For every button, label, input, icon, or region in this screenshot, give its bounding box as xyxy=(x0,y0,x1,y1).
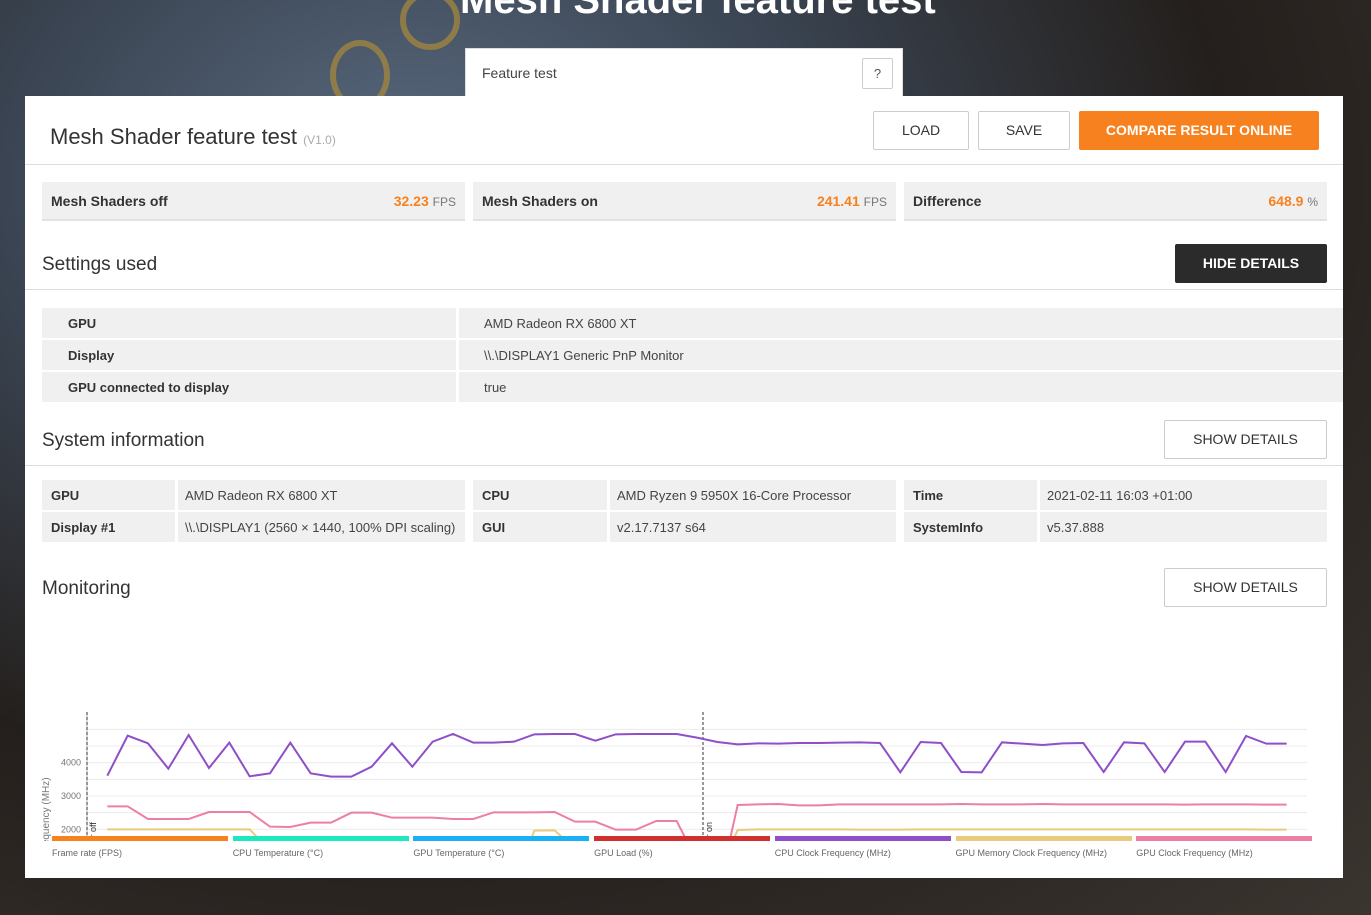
settings-key: GPU connected to display xyxy=(68,380,230,395)
divider xyxy=(456,340,459,370)
sysinfo-key: CPU xyxy=(482,488,510,503)
settings-row: GPU AMD Radeon RX 6800 XT xyxy=(42,308,1343,338)
settings-key: GPU xyxy=(68,316,97,331)
divider xyxy=(607,512,610,542)
legend-label: CPU Temperature (°C) xyxy=(232,848,324,858)
score-difference: Difference 648.9 % xyxy=(904,182,1327,221)
series-line xyxy=(106,732,1287,778)
sysinfo-cell: Display #1 \\.\DISPLAY1 (2560 × 1440, 10… xyxy=(42,512,465,542)
system-information-heading: System information xyxy=(42,430,205,451)
divider xyxy=(25,465,1343,466)
sysinfo-key: GUI xyxy=(482,520,506,535)
score-name: Difference xyxy=(913,193,982,209)
divider xyxy=(456,372,459,402)
sysinfo-cell: CPU AMD Ryzen 9 5950X 16-Core Processor xyxy=(473,480,896,510)
legend-item[interactable]: CPU Clock Frequency (MHz) xyxy=(774,836,951,858)
divider xyxy=(175,512,178,542)
help-button[interactable]: ? xyxy=(862,58,893,89)
y-tick-label: 3000 xyxy=(61,791,81,801)
monitoring-heading: Monitoring xyxy=(42,578,131,599)
legend-swatch xyxy=(774,836,951,841)
divider xyxy=(175,480,178,510)
divider xyxy=(1037,512,1040,542)
score-value: 32.23 FPS xyxy=(393,193,456,209)
legend-item[interactable]: GPU Temperature (°C) xyxy=(413,836,590,858)
save-button[interactable]: SAVE xyxy=(978,111,1070,150)
legend-swatch xyxy=(52,836,228,841)
divider xyxy=(25,164,1343,165)
settings-value: true xyxy=(484,380,507,395)
settings-key: Display xyxy=(68,348,115,363)
sysinfo-cell: Time 2021-02-11 16:03 +01:00 xyxy=(904,480,1327,510)
version-label: (V1.0) xyxy=(303,133,336,147)
legend-swatch xyxy=(1136,836,1313,841)
show-monitoring-details-button[interactable]: SHOW DETAILS xyxy=(1164,568,1327,607)
show-system-details-button[interactable]: SHOW DETAILS xyxy=(1164,420,1327,459)
sysinfo-cell: GPU AMD Radeon RX 6800 XT xyxy=(42,480,465,510)
sysinfo-value: v2.17.7137 s64 xyxy=(617,520,706,535)
legend-item[interactable]: Frame rate (FPS) xyxy=(52,836,228,858)
sysinfo-cell: GUI v2.17.7137 s64 xyxy=(473,512,896,542)
divider xyxy=(25,289,1343,290)
legend-label: GPU Temperature (°C) xyxy=(413,848,505,858)
sysinfo-value: v5.37.888 xyxy=(1047,520,1105,535)
page-title: Mesh Shader feature test xyxy=(460,0,936,22)
legend-item[interactable]: CPU Temperature (°C) xyxy=(232,836,409,858)
sysinfo-value: \\.\DISPLAY1 (2560 × 1440, 100% DPI scal… xyxy=(185,520,456,535)
legend-label: GPU Memory Clock Frequency (MHz) xyxy=(955,848,1108,858)
legend-swatch xyxy=(594,836,771,841)
legend-swatch xyxy=(955,836,1132,841)
sysinfo-key: SystemInfo xyxy=(913,520,984,535)
legend-label: GPU Clock Frequency (MHz) xyxy=(1136,848,1253,858)
legend-swatch xyxy=(232,836,409,841)
settings-value: \\.\DISPLAY1 Generic PnP Monitor xyxy=(484,348,684,363)
legend-label: CPU Clock Frequency (MHz) xyxy=(774,848,891,858)
sysinfo-key: GPU xyxy=(51,488,80,503)
y-tick-label: 4000 xyxy=(61,758,81,768)
settings-heading: Settings used xyxy=(42,254,158,275)
score-name: Mesh Shaders off xyxy=(51,193,168,209)
result-title: Mesh Shader feature test (V1.0) xyxy=(50,124,336,150)
hide-details-button[interactable]: HIDE DETAILS xyxy=(1175,244,1327,283)
settings-row: Display \\.\DISPLAY1 Generic PnP Monitor xyxy=(42,340,1343,370)
result-title-text: Mesh Shader feature test xyxy=(50,124,298,149)
score-mesh-shaders-off: Mesh Shaders off 32.23 FPS xyxy=(42,182,465,221)
legend-swatch xyxy=(413,836,590,841)
divider xyxy=(456,308,459,338)
settings-row: GPU connected to display true xyxy=(42,372,1343,402)
divider xyxy=(607,480,610,510)
legend-item[interactable]: GPU Clock Frequency (MHz) xyxy=(1136,836,1313,858)
result-card: Mesh Shader feature test (V1.0) LOAD SAV… xyxy=(25,96,1343,878)
sysinfo-value: AMD Ryzen 9 5950X 16-Core Processor xyxy=(617,488,852,503)
y-tick-label: 2000 xyxy=(61,824,81,834)
sysinfo-key: Display #1 xyxy=(51,520,116,535)
load-button[interactable]: LOAD xyxy=(873,111,969,150)
legend-label: Frame rate (FPS) xyxy=(52,848,123,858)
legend-label: GPU Load (%) xyxy=(594,848,653,858)
score-value: 241.41 FPS xyxy=(816,193,887,209)
feature-test-tab[interactable]: Feature test ? xyxy=(465,48,903,97)
sysinfo-cell: SystemInfo v5.37.888 xyxy=(904,512,1327,542)
sysinfo-key: Time xyxy=(913,488,944,503)
legend-item[interactable]: GPU Memory Clock Frequency (MHz) xyxy=(955,836,1132,858)
background-ornament xyxy=(400,0,460,50)
score-mesh-shaders-on: Mesh Shaders on 241.41 FPS xyxy=(473,182,896,221)
sysinfo-value: 2021-02-11 16:03 +01:00 xyxy=(1047,488,1193,503)
tab-label: Feature test xyxy=(482,65,557,81)
score-name: Mesh Shaders on xyxy=(482,193,598,209)
score-value: 648.9 % xyxy=(1268,193,1318,209)
monitoring-chart: 0100020003000400000:0000:1000:2000:3000:… xyxy=(41,712,1307,841)
settings-value: AMD Radeon RX 6800 XT xyxy=(484,316,637,331)
divider xyxy=(1037,480,1040,510)
sysinfo-value: AMD Radeon RX 6800 XT xyxy=(185,488,338,503)
legend-item[interactable]: GPU Load (%) xyxy=(594,836,771,858)
y-axis-label: Frequency (MHz) xyxy=(41,777,52,841)
compare-result-online-button[interactable]: COMPARE RESULT ONLINE xyxy=(1079,111,1319,150)
